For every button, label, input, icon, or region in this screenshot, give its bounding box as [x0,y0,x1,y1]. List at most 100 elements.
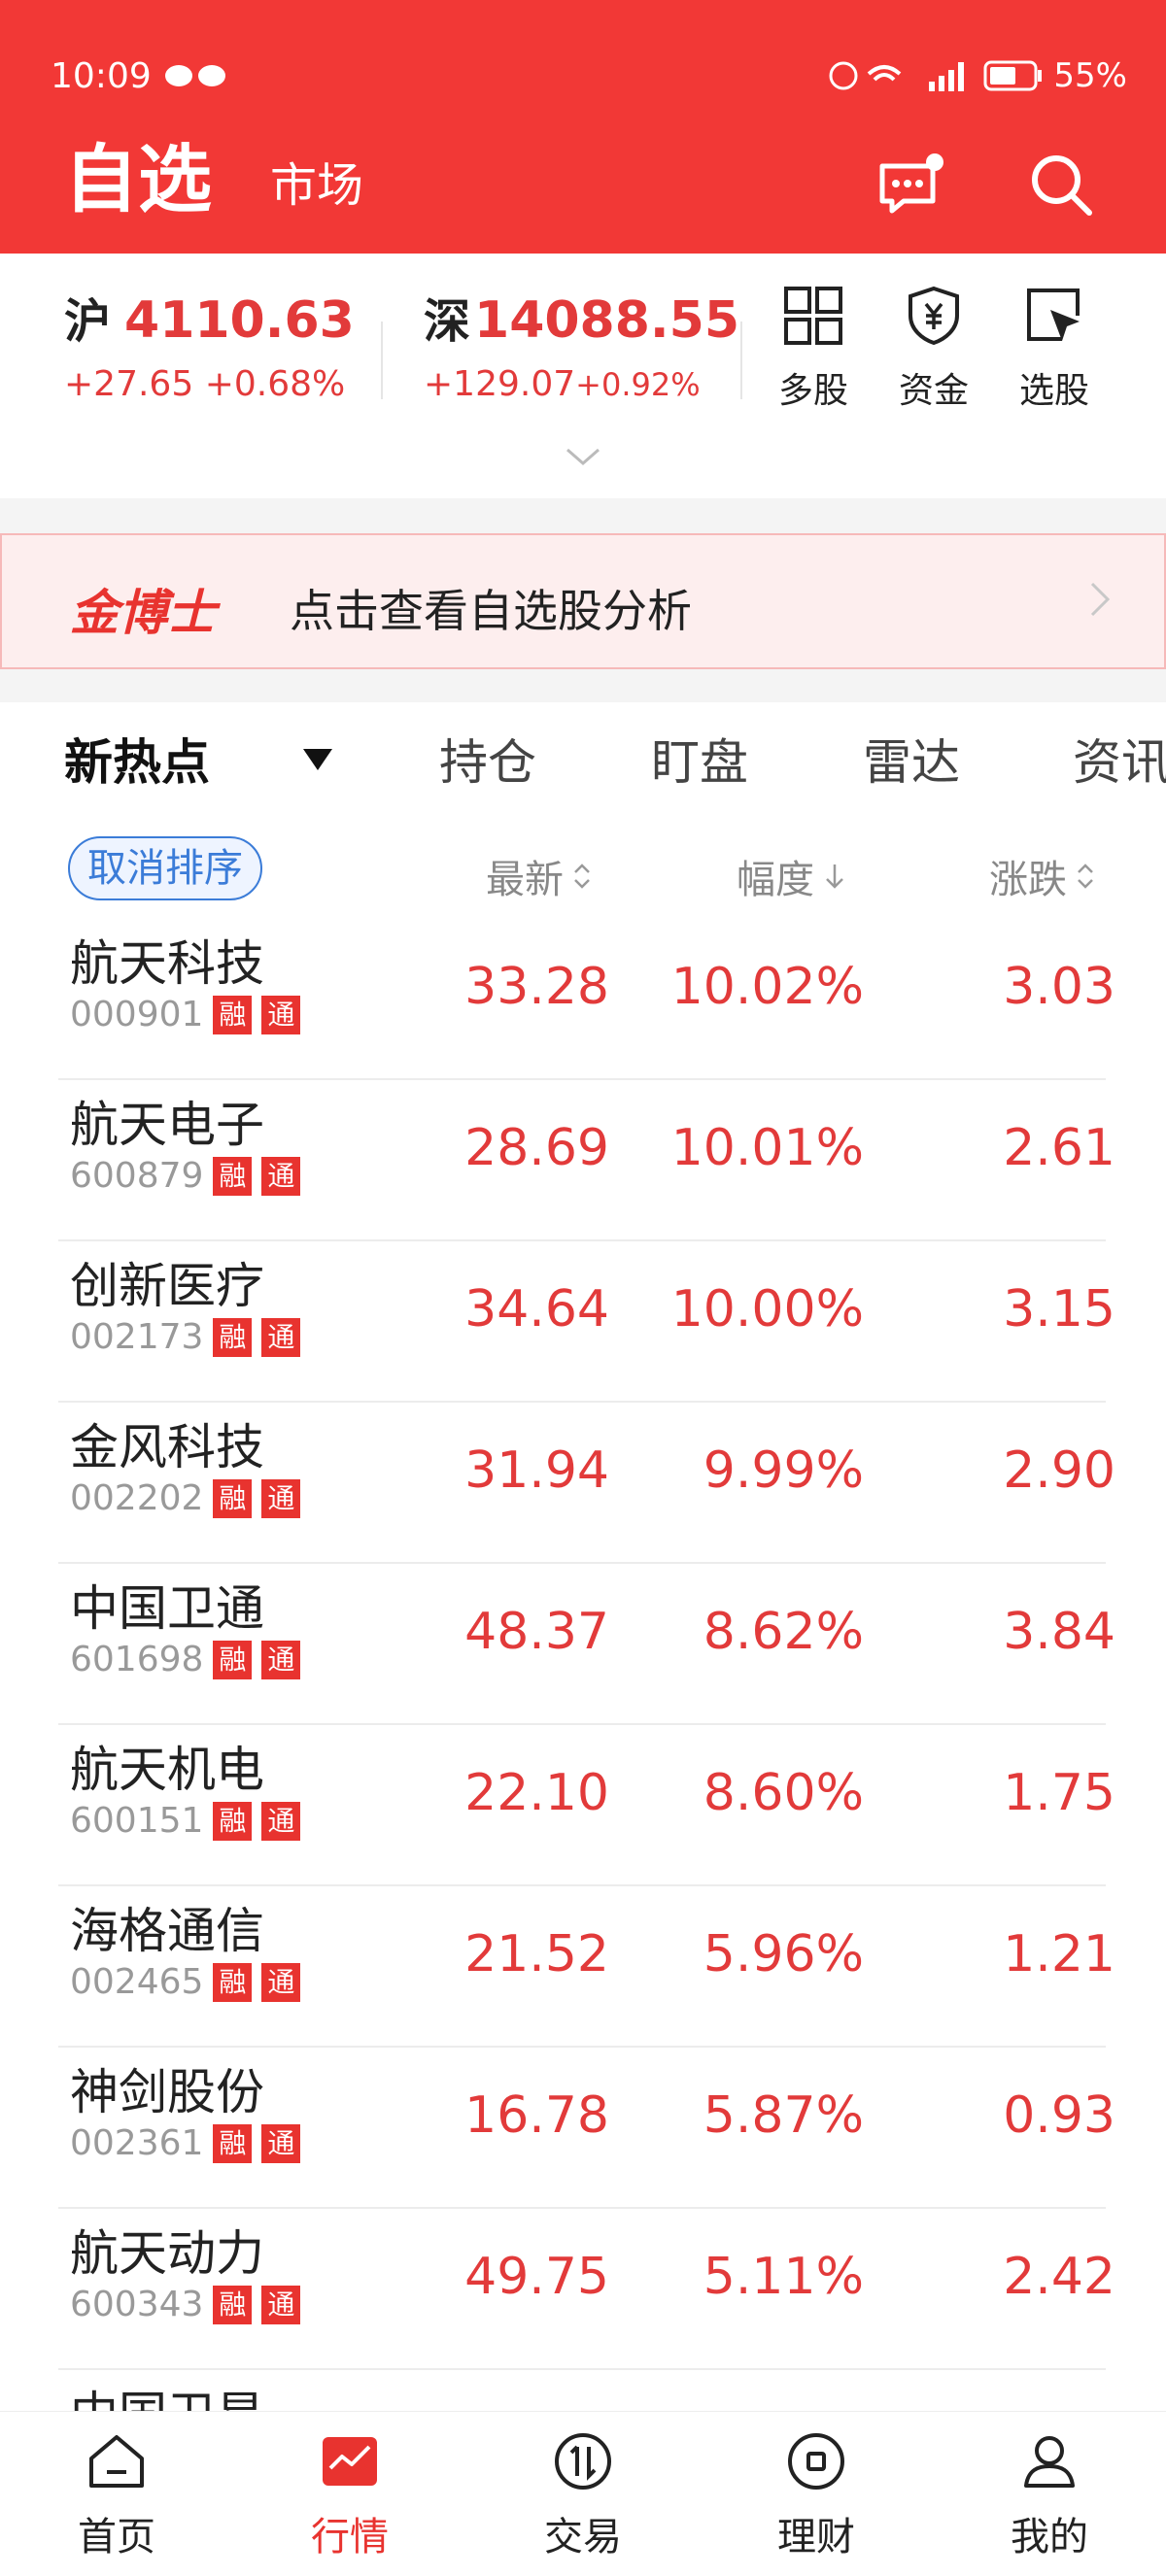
index-name: 沪 [64,294,112,349]
stock-row[interactable]: 航天动力 600343 融通 49.75 5.11% 2.42 [0,2209,1166,2370]
stock-code: 601698 [70,1640,204,1679]
stock-change: 2.61 [1003,1119,1115,1177]
top-tabs: 自选 市场 [64,136,363,223]
app-header: 10:09 55% 自选 市场 [0,0,1166,254]
stock-row[interactable]: 创新医疗 002173 融通 34.64 10.00% 3.15 [0,1241,1166,1403]
stock-price: 48.37 [464,1603,609,1661]
stock-row[interactable]: 中国卫星 [0,2370,1166,2411]
sort-desc-icon [826,864,843,889]
analysis-banner[interactable]: 金博士 点击查看自选股分析 [0,533,1166,669]
stock-price: 16.78 [464,2086,609,2145]
stock-change: 1.75 [1003,1764,1115,1822]
col-latest[interactable]: 最新 [486,848,593,904]
tool-multi-stock[interactable]: 多股 [760,285,867,413]
margin-tag: 融 [213,1801,253,1841]
stock-code: 002202 [70,1478,204,1518]
caret-down-icon[interactable] [303,749,332,770]
chevron-down-icon[interactable] [564,446,602,473]
wechat-icon [161,56,239,95]
connect-tag: 通 [261,2285,301,2324]
stock-change: 0.93 [1003,2086,1115,2145]
divider [740,322,742,399]
tab-market[interactable]: 市场 [270,148,363,223]
search-icon[interactable] [1025,149,1099,222]
nav-market[interactable]: 行情 [282,2431,418,2561]
stock-price: 34.64 [464,1280,609,1339]
col-range[interactable]: 幅度 [737,848,847,904]
stock-pct: 10.01% [670,1119,864,1177]
margin-tag: 融 [213,1156,253,1196]
stock-name: 航天电子 [70,1097,264,1153]
stock-row[interactable]: 航天科技 000901 融通 33.28 10.02% 3.03 [0,919,1166,1080]
nav-label: 首页 [78,2515,155,2559]
stock-price: 21.52 [464,1925,609,1983]
spacer [0,498,1166,533]
stock-code-line: 601698 融通 [70,1640,301,1679]
col-label: 最新 [486,858,564,902]
margin-tag: 融 [213,1478,253,1518]
stock-row[interactable]: 航天电子 600879 融通 28.69 10.01% 2.61 [0,1080,1166,1241]
nav-wealth[interactable]: 理财 [748,2431,884,2561]
connect-tag: 通 [261,1156,301,1196]
col-change[interactable]: 涨跌 [989,848,1096,904]
margin-tag: 融 [213,995,253,1034]
battery-percent: 55% [1053,56,1127,95]
tab-news[interactable]: 资讯 [1073,724,1166,794]
stock-pct: 8.60% [703,1764,864,1822]
tool-funds[interactable]: 资金 [880,285,987,413]
spacer [0,669,1166,702]
stock-price: 33.28 [464,958,609,1016]
stock-code: 002173 [70,1317,204,1357]
stock-change: 2.42 [1003,2248,1115,2306]
home-icon [89,2435,144,2488]
cancel-sort-button[interactable]: 取消排序 [68,836,262,900]
stock-change: 3.03 [1003,958,1115,1016]
stock-row[interactable]: 神剑股份 002361 融通 16.78 5.87% 0.93 [0,2048,1166,2209]
nav-profile[interactable]: 我的 [981,2431,1117,2561]
index-sz[interactable]: 深14088.55 +129.07+0.92% [424,283,739,404]
stock-name: 海格通信 [70,1903,264,1959]
connect-tag: 通 [261,1801,301,1841]
banner-text: 点击查看自选股分析 [290,585,692,637]
stock-code-line: 000901 融通 [70,995,301,1034]
stock-price: 28.69 [464,1119,609,1177]
tab-holdings[interactable]: 持仓 [439,724,536,794]
index-change: +129.07 [424,364,576,404]
stock-row[interactable]: 中国卫通 601698 融通 48.37 8.62% 3.84 [0,1564,1166,1725]
margin-tag: 融 [213,1317,253,1357]
tab-watch[interactable]: 盯盘 [651,724,748,794]
margin-tag: 融 [213,1640,253,1679]
trade-icon [555,2433,611,2490]
index-pct: +0.92% [575,366,701,403]
nav-label: 行情 [311,2515,389,2559]
index-sh[interactable]: 沪 4110.63 +27.65 +0.68% [64,283,355,404]
banner-brand: 金博士 [70,585,216,641]
tool-label: 资金 [898,371,969,411]
battery-icon [983,60,1043,91]
wealth-icon [788,2433,844,2490]
stock-pct: 5.87% [703,2086,864,2145]
tool-stock-picker[interactable]: 选股 [1001,285,1108,413]
stock-code: 600151 [70,1801,204,1841]
stock-name: 航天科技 [70,935,264,992]
stock-code: 600343 [70,2285,204,2324]
message-icon[interactable] [874,149,948,222]
stock-row[interactable]: 金风科技 002202 融通 31.94 9.99% 2.90 [0,1403,1166,1564]
stock-pct: 10.00% [670,1280,864,1339]
stock-code-line: 600151 融通 [70,1801,301,1841]
tab-watchlist[interactable]: 自选 [64,136,212,223]
nav-home[interactable]: 首页 [49,2431,185,2561]
stock-row[interactable]: 航天机电 600151 融通 22.10 8.60% 1.75 [0,1725,1166,1886]
stock-name: 中国卫通 [70,1580,264,1637]
tab-radar[interactable]: 雷达 [863,724,960,794]
stock-change: 2.90 [1003,1441,1115,1500]
tab-hot[interactable]: 新热点 [64,724,210,794]
stock-name: 神剑股份 [70,2064,264,2120]
stock-code-line: 002465 融通 [70,1962,301,2002]
stock-row[interactable]: 海格通信 002465 融通 21.52 5.96% 1.21 [0,1886,1166,2048]
nav-trade[interactable]: 交易 [515,2431,651,2561]
tool-label: 多股 [777,371,848,411]
divider [381,322,383,399]
stock-name: 金风科技 [70,1419,264,1475]
stock-code-line: 600879 融通 [70,1156,301,1196]
